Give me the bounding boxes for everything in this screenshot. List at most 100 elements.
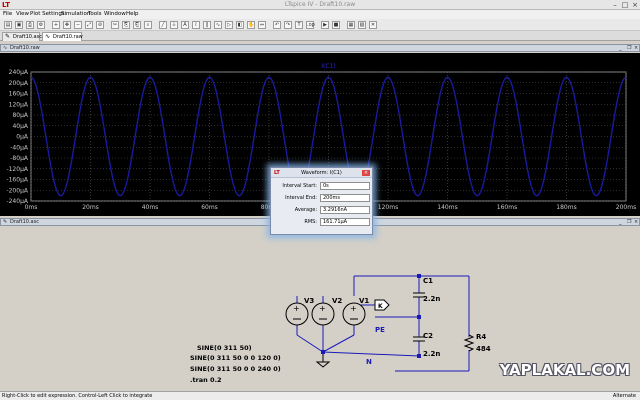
spice-directive-v2[interactable]: SINE(0 311 50 0 0 120 0)	[190, 354, 281, 362]
voltage-source-v3[interactable]: +	[285, 302, 309, 326]
cut-icon[interactable]: ✂	[111, 21, 119, 29]
menu-help[interactable]: Help	[126, 10, 139, 19]
restore-icon[interactable]: ❐	[627, 45, 631, 51]
interval-start-label: Interval Start:	[282, 183, 317, 189]
diode-icon[interactable]: ▷	[225, 21, 233, 29]
tile-icon[interactable]: ▦	[347, 21, 355, 29]
c1-label: C1	[423, 277, 433, 285]
waveform-window-title: Draft10.raw	[10, 45, 40, 51]
watermark-logo: YAPLAKAL.COM	[499, 361, 630, 379]
ground-icon	[315, 354, 331, 368]
close-icon[interactable]: ×	[362, 170, 370, 176]
c2-label: C2	[423, 332, 433, 340]
trace-label[interactable]: I(C1)	[321, 63, 335, 70]
ground-icon[interactable]: ⏚	[170, 21, 178, 29]
label-icon[interactable]: A	[181, 21, 189, 29]
y-tick-label: -240µA	[6, 198, 28, 205]
y-tick-label: 40µA	[12, 123, 28, 130]
minimize-icon[interactable]: _	[619, 219, 622, 225]
waveform-dialog-titlebar: LT Waveform: I(C1) ×	[271, 168, 372, 178]
spice-directive-v1[interactable]: SINE(0 311 50 0 0 240 0)	[190, 365, 281, 373]
copy-icon[interactable]: ⎘	[122, 21, 130, 29]
interval-end-field[interactable]: 200ms	[320, 194, 370, 202]
spice-directive-tran[interactable]: .tran 0.2	[190, 376, 222, 384]
menu-view[interactable]: View	[16, 10, 29, 19]
x-tick-label: 140ms	[437, 204, 457, 211]
halt-icon[interactable]: ■	[332, 21, 340, 29]
resistor-icon[interactable]: ⌇	[192, 21, 200, 29]
menu-window[interactable]: Window	[104, 10, 126, 19]
open-icon[interactable]: ▤	[4, 21, 12, 29]
menu-simulation[interactable]: Simulation	[61, 10, 90, 19]
menu-tools[interactable]: Tools	[88, 10, 102, 19]
y-tick-label: 160µA	[9, 91, 29, 98]
waveform-icon: ∿	[45, 33, 51, 40]
y-tick-label: -40µA	[10, 144, 29, 151]
net-label-n: N	[366, 358, 372, 366]
r4-value: 484	[476, 345, 491, 353]
x-tick-label: 20ms	[82, 204, 99, 211]
zoom-fit-icon[interactable]: ⤢	[85, 21, 93, 29]
setup-icon[interactable]: ⚙	[37, 21, 45, 29]
close-icon[interactable]: ×	[630, 1, 640, 9]
drag-icon[interactable]: ⇔	[258, 21, 266, 29]
find-icon[interactable]: ⌕	[144, 21, 152, 29]
app-logo-icon: LT	[274, 170, 280, 176]
restore-icon[interactable]: ❐	[627, 219, 631, 225]
c2-value: 2.2n	[423, 350, 440, 358]
x-tick-label: 120ms	[378, 204, 398, 211]
interval-end-label: Interval End:	[285, 195, 317, 201]
undo-icon[interactable]: ↶	[273, 21, 281, 29]
close-icon[interactable]: ×	[634, 219, 638, 225]
title-bar: LT LTspice IV - Draft10.raw – □ ×	[0, 0, 640, 10]
capacitor-icon[interactable]: ‖	[203, 21, 211, 29]
inductor-icon[interactable]: ∿	[214, 21, 222, 29]
svg-text:+: +	[350, 304, 357, 313]
redo-icon[interactable]: ↷	[284, 21, 292, 29]
print-icon[interactable]: ⎙	[26, 21, 34, 29]
menu-file[interactable]: File	[3, 10, 12, 19]
text-icon[interactable]: T	[295, 21, 303, 29]
pan-icon[interactable]: ✥	[63, 21, 71, 29]
save-icon[interactable]: ▣	[15, 21, 23, 29]
close-windows-icon[interactable]: ✕	[369, 21, 377, 29]
rms-value: 161.71µA	[320, 218, 370, 226]
cancel-icon[interactable]: ⊘	[96, 21, 104, 29]
interval-start-field[interactable]: 0s	[320, 182, 370, 190]
tab-draft10-asc[interactable]: ✎ Draft10.asc	[2, 32, 42, 41]
tab-draft10-raw[interactable]: ∿ Draft10.raw	[42, 32, 83, 41]
y-tick-label: -120µA	[6, 166, 28, 173]
minimize-icon[interactable]: _	[619, 45, 622, 51]
v1-label: V1	[359, 297, 369, 305]
maximize-icon[interactable]: □	[620, 1, 630, 9]
resistor-r4[interactable]	[463, 334, 475, 352]
status-bar: Right-Click to edit expression. Control-…	[0, 391, 640, 400]
svg-text:+: +	[319, 304, 326, 313]
run-icon[interactable]: ▶	[321, 21, 329, 29]
spice-directive-icon[interactable]: .op	[306, 21, 315, 29]
zoom-out-icon[interactable]: −	[74, 21, 82, 29]
draw-wire-icon[interactable]: ╱	[159, 21, 167, 29]
x-tick-label: 160ms	[497, 204, 517, 211]
y-tick-label: 80µA	[12, 112, 28, 119]
component-icon[interactable]: ◧	[236, 21, 244, 29]
minimize-icon[interactable]: –	[610, 1, 620, 9]
menu-plot-settings[interactable]: Plot Settings	[30, 10, 65, 19]
c1-value: 2.2n	[423, 295, 440, 303]
voltage-source-v2[interactable]: +	[311, 302, 335, 326]
paste-icon[interactable]: ⎗	[133, 21, 141, 29]
svg-text:+: +	[293, 304, 300, 313]
move-icon[interactable]: ✋	[247, 21, 255, 29]
menu-bar: File View Plot Settings Simulation Tools…	[0, 10, 640, 19]
average-value: 3.2916nA	[320, 206, 370, 214]
y-tick-label: 0µA	[16, 134, 29, 141]
cascade-icon[interactable]: ▧	[358, 21, 366, 29]
close-icon[interactable]: ×	[634, 45, 638, 51]
r4-label: R4	[476, 333, 486, 341]
y-tick-label: 240µA	[9, 69, 29, 76]
zoom-in-icon[interactable]: +	[52, 21, 60, 29]
spice-directive-v3[interactable]: SINE(0 311 50)	[197, 344, 252, 352]
voltage-source-v1[interactable]: +	[342, 302, 366, 326]
schematic-icon: ✎	[3, 219, 8, 225]
net-label-pe: PE	[375, 326, 385, 334]
